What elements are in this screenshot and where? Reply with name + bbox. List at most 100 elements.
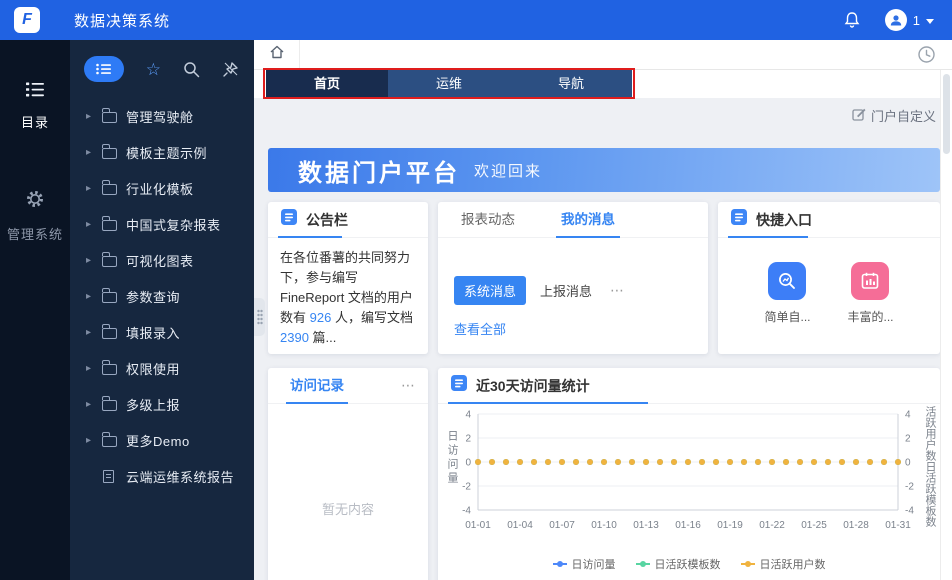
chart-card-title: 近30天访问量统计 [476,377,590,394]
scrollbar-thumb[interactable] [943,74,950,154]
scrollbar-track[interactable] [940,70,952,580]
folder-icon [101,144,117,159]
banner-title: 数据门户平台 [298,159,460,187]
legend-item[interactable]: 日活跃用户数 [740,556,826,572]
top-header: F 数据决策系统 1 [0,0,952,40]
caret-right-icon: ▸ [86,146,92,158]
tab-report-activity[interactable]: 报表动态 [438,202,538,237]
svg-text:01-04: 01-04 [507,520,533,531]
user-menu[interactable]: 1 [884,9,934,31]
directory-pill-button[interactable] [84,56,124,82]
folder-icon [101,252,117,267]
tab-my-messages[interactable]: 我的消息 [538,202,638,238]
rail-item-admin[interactable]: 管理系统 [7,189,63,243]
announcement-text-part: 人，编写文档 [331,310,413,325]
history-icon[interactable] [917,45,936,64]
tree-item[interactable]: ▸ 更多Demo [70,422,254,458]
caret-right-icon: ▸ [86,218,92,230]
svg-text:-4: -4 [905,506,914,517]
portal-customize-button[interactable]: 门户自定义 [852,106,936,125]
visits-chart-svg: 4 4 2 2 0 0 -2 -2 -4 -4 01-01 01-04 01-07 01-10 01-13 0… [462,410,914,532]
folder-icon [101,360,117,375]
portal-customize-label: 门户自定义 [870,109,936,124]
shortcut-item-rich[interactable]: 丰富的... [847,262,894,325]
shortcut-label: 简单自... [764,310,811,324]
tree-item[interactable]: ▸ 模板主题示例 [70,134,254,170]
message-filter-row: 系统消息 上报消息 ⋯ [454,276,692,305]
sidebar-tree: ▸ 管理驾驶舱 ▸ 模板主题示例 ▸ 行业化模板 ▸ 中国式复杂报表 ▸ 可视化图表 ▸ 参数查询 ▸ 填… [70,98,254,494]
empty-state-text: 暂无内容 [321,502,374,517]
caret-right-icon: ▸ [86,290,92,302]
y-axis-label-right: 活跃用户数日活跃模板数 [924,406,936,527]
sidebar-toolbar: ☆ [70,40,254,98]
svg-text:4: 4 [465,410,471,421]
app-logo: F [14,7,40,33]
banner-subtitle: 欢迎回来 [474,162,543,180]
visits-chart-card: 近30天访问量统计 日访问量 4 4 2 2 0 0 -2 -2 -4 -4 01-01 01-04 0… [438,368,940,580]
tree-item-label: 模板主题示例 [126,145,208,161]
edit-icon [852,107,866,124]
tree-item-label: 行业化模板 [126,181,194,197]
svg-text:-2: -2 [905,482,914,493]
shortcut-label: 丰富的... [847,310,894,324]
svg-text:01-28: 01-28 [843,520,869,531]
legend-item[interactable]: 日活跃模板数 [635,556,721,572]
shortcuts-card-header: 快捷入口 [718,202,940,238]
tree-item[interactable]: ▸ 中国式复杂报表 [70,206,254,242]
rail-item-label: 目录 [20,115,49,130]
tree-item[interactable]: ▸ 权限使用 [70,350,254,386]
notification-bell-icon[interactable] [843,11,861,29]
tree-item-label: 云端运维系统报告 [126,469,235,485]
svg-text:01-25: 01-25 [801,520,827,531]
svg-text:-2: -2 [462,482,471,493]
tree-item-label: 填报录入 [126,325,181,341]
folder-icon [101,180,117,195]
tree-item[interactable]: 云端运维系统报告 [70,458,254,494]
rail-item-catalog[interactable]: 目录 [21,82,49,131]
search-icon[interactable] [183,61,200,78]
chart-body: 日访问量 4 4 2 2 0 0 -2 -2 -4 -4 01-01 01-04 01-07 01-10 0… [438,404,940,580]
svg-text:0: 0 [465,458,471,469]
tab-ops[interactable]: 运维 [388,70,510,98]
announcement-card: 公告栏 在各位番薯的共同努力下，参与编写 FineReport 文档的用户数有 … [268,202,428,354]
legend-item[interactable]: 日访问量 [552,556,616,572]
view-all-link[interactable]: 查看全部 [454,319,506,338]
system-message-button[interactable]: 系统消息 [454,276,527,305]
tree-item-label: 可视化图表 [126,253,194,269]
svg-text:2: 2 [905,434,911,445]
unpin-icon[interactable] [222,60,240,78]
tree-item[interactable]: ▸ 填报录入 [70,314,254,350]
gear-icon [25,189,45,214]
magnifier-chart-icon [768,262,807,300]
chart-legend: 日访问量 日活跃模板数 日活跃用户数 [438,552,940,572]
tree-item[interactable]: ▸ 可视化图表 [70,242,254,278]
tree-item[interactable]: ▸ 参数查询 [70,278,254,314]
report-message-button[interactable]: 上报消息 [540,281,592,300]
app-root: F 数据决策系统 1 目录 管理系统 ☆ ▸ 管理驾驶舱 ▸ 模板主题示例 ▸ … [0,0,952,580]
document-icon [450,374,468,397]
logo-glyph: F [22,11,32,28]
sidebar-collapse-handle[interactable] [254,298,265,336]
left-rail: 目录 管理系统 [0,40,70,580]
tree-item-label: 多级上报 [126,397,181,413]
favorites-star-icon[interactable]: ☆ [146,61,161,78]
more-icon[interactable]: ⋯ [401,377,416,394]
tree-item[interactable]: ▸ 管理驾驶舱 [70,98,254,134]
document-icon [730,208,748,231]
tab-visit-record[interactable]: 访问记录 [286,368,348,404]
tab-nav[interactable]: 导航 [510,70,632,98]
header-actions: 1 [843,9,934,31]
svg-text:0: 0 [905,458,911,469]
tree-item[interactable]: ▸ 多级上报 [70,386,254,422]
home-tab[interactable] [254,40,300,69]
caret-right-icon: ▸ [86,398,92,410]
file-icon [103,469,114,483]
announcement-text: 在各位番薯的共同努力下，参与编写 FineReport 文档的用户数有 926 … [268,238,428,354]
shortcut-item-simple[interactable]: 简单自... [764,262,811,325]
tab-home[interactable]: 首页 [266,70,388,98]
messages-card: 报表动态 我的消息 系统消息 上报消息 ⋯ 查看全部 [438,202,708,354]
caret-right-icon: ▸ [86,326,92,338]
tree-item[interactable]: ▸ 行业化模板 [70,170,254,206]
more-icon[interactable]: ⋯ [610,282,625,299]
svg-text:-4: -4 [462,506,471,517]
